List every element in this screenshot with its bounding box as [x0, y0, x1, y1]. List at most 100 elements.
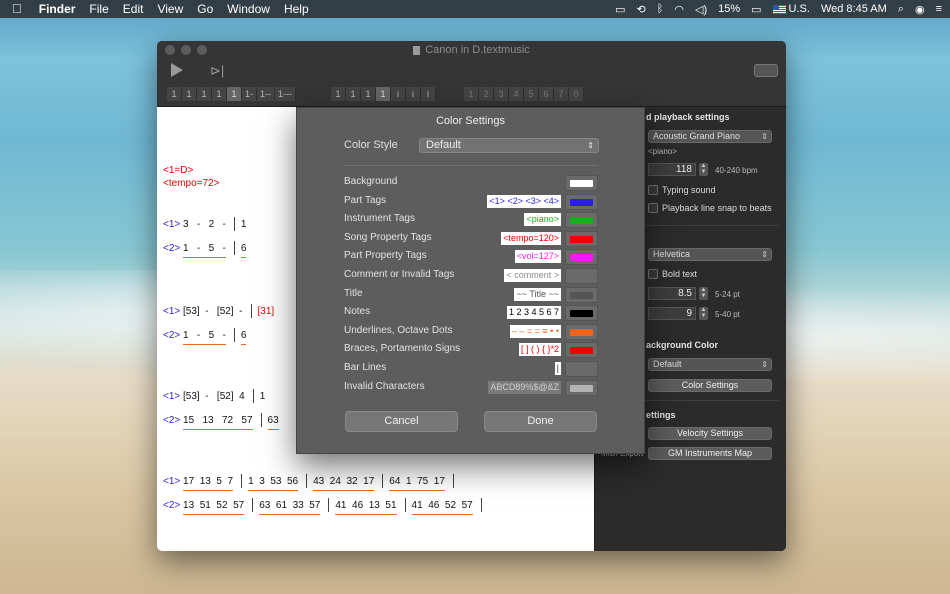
apple-menu-icon[interactable]:  — [0, 0, 32, 18]
spotlight-icon[interactable]: ⌕ — [898, 3, 904, 16]
bluetooth-icon[interactable]: ᛒ — [657, 3, 664, 15]
number-button[interactable]: 2 — [479, 87, 494, 101]
tempo-stepper[interactable]: ▲ ▼ — [699, 163, 708, 176]
font-size-stepper[interactable]: ▲ ▼ — [699, 287, 708, 300]
color-style-popup[interactable]: Default ⇕ — [419, 138, 599, 153]
siri-icon[interactable]: ◉ — [915, 3, 925, 16]
volume-icon[interactable]: ◁) — [695, 3, 707, 16]
color-row-preview: <1> <2> <3> <4> — [487, 194, 561, 208]
color-swatch — [570, 384, 593, 392]
input-source[interactable]: U.S. — [772, 3, 810, 15]
color-well[interactable] — [565, 361, 598, 377]
color-well[interactable] — [565, 286, 598, 303]
duration-button[interactable]: 1 — [182, 87, 197, 101]
color-row: Invalid Characters ABCD89%$@&Z — [344, 379, 598, 396]
clock[interactable]: Wed 8:45 AM — [821, 3, 887, 15]
color-well[interactable] — [565, 230, 598, 247]
duration-button[interactable]: 1 — [212, 87, 227, 101]
color-row: Part Property Tags <vol=127> — [344, 249, 598, 266]
number-button[interactable]: 7 — [554, 87, 569, 101]
spacing-field[interactable]: 9 — [648, 307, 696, 320]
number-button[interactable]: 1 — [464, 87, 479, 101]
number-button[interactable]: 3 — [494, 87, 509, 101]
octave-button[interactable]: 1 — [346, 87, 361, 101]
score-line: <1> 17 13 5 7 1 3 53 56 43 24 32 17 64 1 75… — [163, 474, 460, 491]
color-well[interactable] — [565, 305, 598, 322]
notification-center-icon[interactable]: ≡ — [936, 3, 942, 15]
menu-go[interactable]: Go — [190, 0, 220, 18]
color-row-preview: ~~ Title ~~ — [514, 287, 561, 301]
duration-button[interactable]: 1 — [167, 87, 182, 101]
color-row: Comment or Invalid Tags < comment > — [344, 268, 598, 284]
battery-percent[interactable]: 15% — [718, 3, 740, 15]
color-well[interactable] — [565, 212, 598, 229]
number-button[interactable]: 6 — [539, 87, 554, 101]
duration-button[interactable]: 1-- — [257, 87, 276, 101]
color-row: Bar Lines | — [344, 361, 598, 377]
color-settings-button[interactable]: Color Settings — [648, 379, 772, 392]
background-style-popup[interactable]: Default ⇕ — [648, 358, 772, 371]
play-icon[interactable] — [171, 63, 183, 77]
typing-sound-checkbox[interactable] — [648, 185, 658, 195]
octave-button[interactable]: 1 — [376, 87, 391, 101]
duration-button[interactable]: 1 — [197, 87, 212, 101]
number-segment: 1 2 3 4 5 6 7 0 — [464, 87, 584, 101]
menu-view[interactable]: View — [150, 0, 190, 18]
color-row-preview: | — [554, 362, 561, 375]
duration-button[interactable]: 1- — [242, 87, 258, 101]
part-tag: <2> — [163, 330, 181, 341]
font-size-field[interactable]: 8.5 — [648, 287, 696, 300]
part-tag: <2> — [163, 243, 181, 254]
color-well[interactable] — [565, 193, 598, 210]
bar-line — [328, 498, 330, 513]
color-swatch — [570, 273, 593, 280]
step-play-icon[interactable]: ⊳| — [210, 63, 224, 79]
font-popup[interactable]: Helvetica ⇕ — [648, 248, 772, 261]
battery-icon[interactable]: ▭ — [751, 3, 761, 16]
tempo-tag: <tempo=72> — [163, 178, 220, 189]
menu-finder[interactable]: Finder — [32, 0, 83, 18]
number-button[interactable]: 4 — [509, 87, 524, 101]
menu-window[interactable]: Window — [220, 0, 277, 18]
menu-help[interactable]: Help — [277, 0, 316, 18]
color-well[interactable] — [565, 379, 598, 396]
gm-instruments-map-button[interactable]: GM Instruments Map — [648, 447, 772, 460]
bar-line — [480, 498, 482, 513]
done-button[interactable]: Done — [484, 411, 597, 432]
menu-file[interactable]: File — [82, 0, 115, 18]
color-well[interactable] — [565, 249, 598, 266]
octave-button[interactable]: i — [421, 87, 436, 101]
snap-checkbox[interactable] — [648, 203, 658, 213]
number-button[interactable]: 5 — [524, 87, 539, 101]
color-well[interactable] — [565, 342, 598, 359]
octave-button[interactable]: i — [391, 87, 406, 101]
octave-button[interactable]: 1 — [331, 87, 346, 101]
airplay-icon[interactable]: ▭ — [615, 3, 625, 16]
time-machine-icon[interactable]: ⟲ — [637, 3, 646, 16]
cancel-button[interactable]: Cancel — [345, 411, 458, 432]
color-style-value: Default — [426, 139, 461, 151]
sidebar-toggle-button[interactable] — [754, 64, 778, 77]
color-well[interactable] — [565, 268, 598, 284]
notes: 6 — [240, 328, 246, 345]
tempo-field[interactable]: 118 — [648, 163, 696, 176]
color-well[interactable] — [565, 323, 598, 340]
color-well[interactable] — [565, 175, 598, 191]
duration-button[interactable]: 1 — [227, 87, 242, 101]
menu-edit[interactable]: Edit — [116, 0, 151, 18]
bold-text-checkbox[interactable] — [648, 269, 658, 279]
notes: 1 — [240, 219, 247, 230]
score-line: <1> 3 - 2 - 1 — [163, 217, 254, 233]
number-button[interactable]: 0 — [569, 87, 584, 101]
spacing-stepper[interactable]: ▲ ▼ — [699, 307, 708, 320]
color-swatch — [570, 328, 593, 336]
score-line: <2> 13 51 52 57 63 61 33 57 41 46 13 51 41 … — [163, 498, 488, 515]
instrument-popup[interactable]: Acoustic Grand Piano ⇕ — [648, 130, 772, 143]
octave-button[interactable]: i — [406, 87, 421, 101]
notes: 15 13 72 57 — [183, 413, 253, 430]
velocity-settings-button[interactable]: Velocity Settings — [648, 427, 772, 440]
duration-button[interactable]: 1--- — [275, 87, 297, 101]
wifi-icon[interactable]: ◠ — [674, 3, 684, 16]
octave-button[interactable]: 1 — [361, 87, 376, 101]
spacing-range: 5-40 pt — [715, 310, 740, 319]
